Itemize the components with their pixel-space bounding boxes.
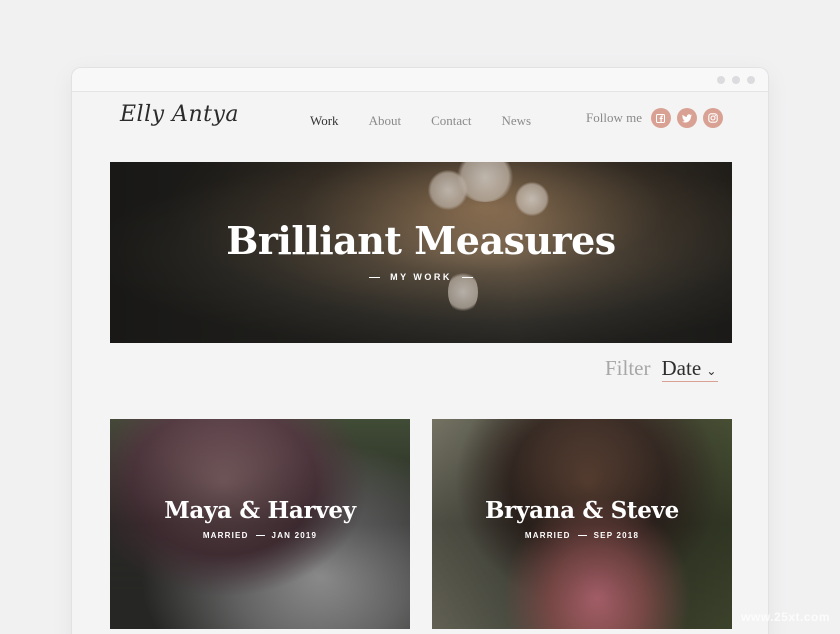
browser-window: Elly Antya Work About Contact News Follo… xyxy=(71,67,769,634)
nav-item-work[interactable]: Work xyxy=(310,113,339,129)
follow-label: Follow me xyxy=(586,110,642,125)
card-title: Bryana & Steve xyxy=(485,497,679,524)
window-titlebar xyxy=(72,68,768,92)
filter-date-dropdown[interactable]: Date ⌄ xyxy=(661,356,719,382)
portfolio-card[interactable]: Maya & Harvey MARRIED JAN 2019 xyxy=(110,419,410,629)
card-status: MARRIED xyxy=(202,531,249,540)
divider-line xyxy=(577,535,587,537)
card-meta: MARRIED SEP 2018 xyxy=(432,531,732,540)
nav-item-news[interactable]: News xyxy=(502,113,532,129)
watermark-text: www.25xt.com xyxy=(741,610,830,624)
filter-label: Filter xyxy=(605,356,651,380)
nav-item-contact[interactable]: Contact xyxy=(431,113,471,129)
facebook-icon[interactable] xyxy=(650,108,671,128)
hero-title: Brilliant Measures xyxy=(226,218,616,263)
card-title: Maya & Harvey xyxy=(164,497,356,524)
filter-selected-value: Date xyxy=(661,356,702,380)
card-overlay xyxy=(432,419,732,629)
window-dot[interactable] xyxy=(747,76,755,84)
chevron-down-icon: ⌄ xyxy=(706,364,717,378)
site-logo[interactable]: Elly Antya xyxy=(120,102,239,127)
window-dot[interactable] xyxy=(732,76,740,84)
divider-line xyxy=(461,277,473,279)
twitter-icon[interactable] xyxy=(676,108,697,128)
hero-banner: Brilliant Measures MY WORK xyxy=(110,162,732,343)
social-follow: Follow me xyxy=(586,108,729,128)
card-meta: MARRIED JAN 2019 xyxy=(110,531,410,540)
divider-line xyxy=(255,535,265,537)
card-date: SEP 2018 xyxy=(593,531,640,540)
card-date: JAN 2019 xyxy=(271,531,318,540)
window-controls xyxy=(717,76,755,84)
card-status: MARRIED xyxy=(524,531,571,540)
divider-line xyxy=(369,277,381,279)
window-dot[interactable] xyxy=(717,76,725,84)
main-nav: Work About Contact News xyxy=(310,113,561,129)
portfolio-card[interactable]: Bryana & Steve MARRIED SEP 2018 xyxy=(432,419,732,629)
instagram-icon[interactable] xyxy=(702,108,723,128)
hero-subtitle: MY WORK xyxy=(110,272,732,282)
nav-item-about[interactable]: About xyxy=(369,113,402,129)
card-overlay xyxy=(110,419,410,629)
hero-subtitle-text: MY WORK xyxy=(390,272,452,282)
filter-control: Filter Date ⌄ xyxy=(605,356,719,382)
